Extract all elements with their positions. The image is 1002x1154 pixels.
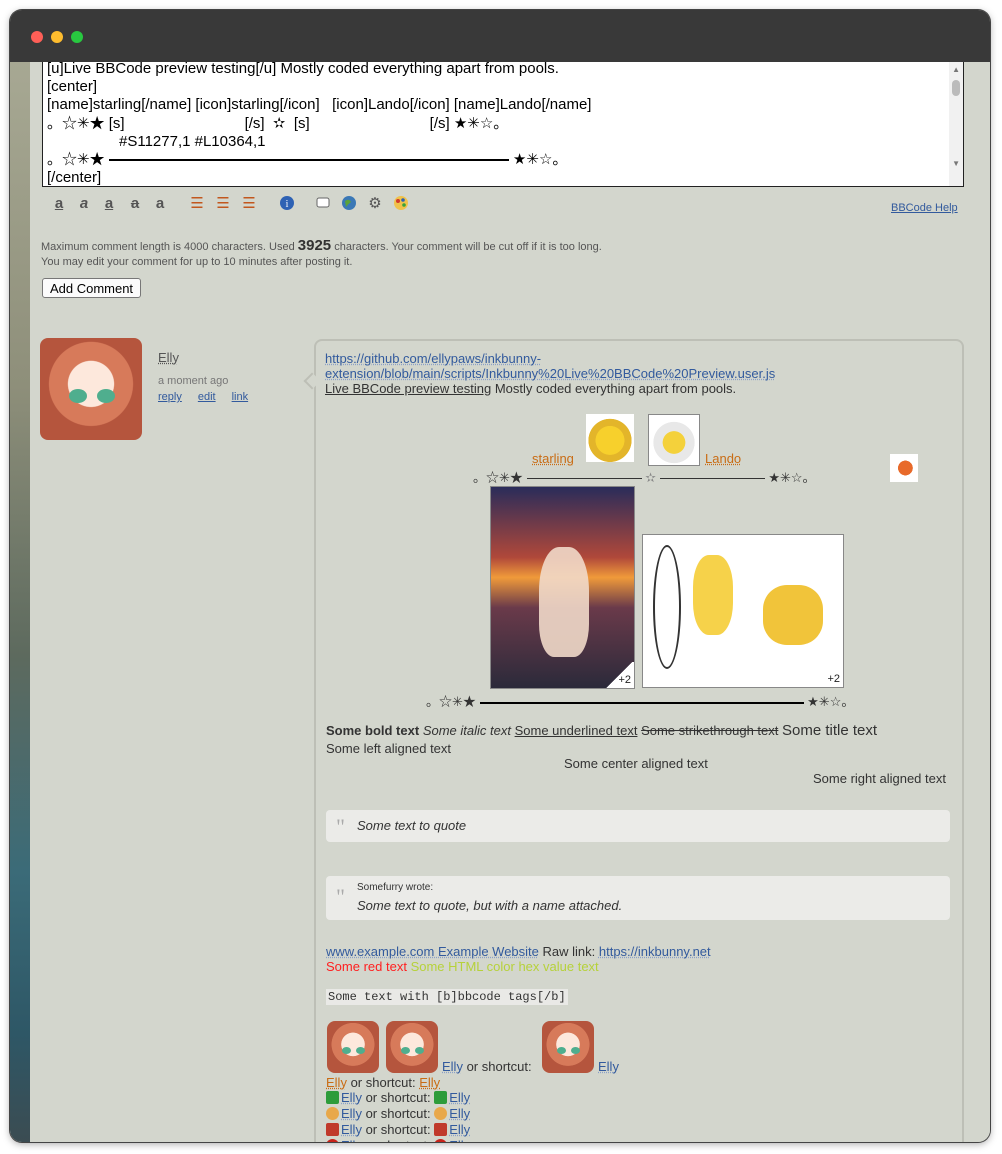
minimize-window-button[interactable] [51,31,63,43]
avatar[interactable] [386,1021,438,1073]
user-name-lando[interactable]: Lando [705,451,741,466]
site-shortcut-line: Elly or shortcut: Elly [326,1090,470,1105]
colored-text-line: Some red text Some HTML color hex value … [326,959,599,974]
site-shortcut-line: Elly or shortcut: Elly [326,1138,470,1142]
divider-row: 。☆✳★ ★✳☆。 [426,694,855,709]
globe-icon[interactable] [340,195,358,213]
preview-title-line: Live BBCode preview testing Mostly coded… [325,381,737,396]
user-icon-lando[interactable] [648,414,700,466]
svg-text:i: i [286,199,289,210]
italic-icon[interactable]: a [75,195,93,213]
add-comment-button[interactable]: Add Comment [42,278,141,298]
formatting-line: Some bold text Some italic text Some und… [326,722,878,739]
avatar[interactable] [40,338,142,440]
name-shortcut-line: Elly or shortcut: Elly [326,1075,441,1090]
bold-icon[interactable]: a [50,195,68,213]
reply-link[interactable]: reply [158,391,182,403]
comment-textarea[interactable]: [u]Live BBCode preview testing[/u] Mostl… [42,62,964,187]
divider-row: 。☆✳★ ✫ ★✳☆。 [473,470,816,485]
more-count: +2 [618,674,631,686]
submission-thumbnail[interactable]: +2 [642,534,844,688]
furaffinity-icon [326,1091,339,1104]
palette-icon[interactable] [392,195,410,213]
info-icon[interactable]: i [278,195,296,213]
align-left-icon[interactable]: ☰ [188,195,206,213]
submission-thumbnail[interactable]: +2 [490,486,635,689]
quote-text: Some text to quote, but with a name atta… [357,898,623,913]
editor-line: 。☆✳★ [s] [/s] ✫ [s] [/s] ★✳☆。 [47,115,509,132]
more-count: +2 [827,673,840,685]
weasyl-icon [434,1123,448,1136]
user-name-starling[interactable]: starling [532,451,574,466]
code-text: Some text with [b]bbcode tags[/b] [326,989,568,1005]
underline-icon[interactable]: a [100,195,118,213]
weasyl-icon [326,1123,339,1136]
editor-line: #S11277,1 #L10364,1 [119,133,266,150]
furaffinity-icon [434,1091,448,1104]
browser-window: [u]Live BBCode preview testing[/u] Mostl… [10,10,990,1142]
editor-line: [u]Live BBCode preview testing[/u] Mostl… [47,62,559,77]
comment-author[interactable]: Elly [158,350,179,365]
scroll-up-icon[interactable]: ▲ [952,65,960,74]
edit-link[interactable]: edit [198,391,216,403]
github-link[interactable]: https://github.com/ellypaws/inkbunny-ext… [325,351,775,381]
close-window-button[interactable] [31,31,43,43]
sofurry-icon [434,1107,448,1120]
quote-text: Some text to quote [357,818,467,833]
strikethrough-icon[interactable]: a [126,195,144,213]
edit-note: You may edit your comment for up to 10 m… [41,256,353,268]
quote-block: " Some text to quote [326,810,950,842]
comment-actions: reply edit link [158,391,264,403]
title-bar [10,10,990,62]
bbcode-help-link[interactable]: BBCode Help [891,202,958,214]
title-icon[interactable]: a [151,195,169,213]
align-center-icon[interactable]: ☰ [214,195,232,213]
left-aligned-text: Some left aligned text [326,741,452,756]
textarea-scrollbar[interactable]: ▲ ▼ [949,62,963,186]
permalink[interactable]: link [232,391,249,403]
site-shortcut-line: Elly or shortcut: Elly [326,1122,470,1137]
scroll-thumb[interactable] [952,80,960,96]
right-aligned-text: Some right aligned text [813,771,946,786]
raw-link[interactable]: https://inkbunny.net [599,944,711,959]
user-icon-starling[interactable] [586,414,634,462]
decorative-sprite [890,454,918,482]
user-link[interactable]: Elly [598,1059,619,1074]
example-link[interactable]: www.example.com Example Website [326,944,539,959]
quote-icon[interactable] [314,195,332,213]
align-right-icon[interactable]: ☰ [240,195,258,213]
deviantart-icon [326,1139,339,1142]
gear-icon[interactable]: ⚙ [366,195,384,213]
page-content: [u]Live BBCode preview testing[/u] Mostl… [10,62,990,1142]
avatar[interactable] [327,1021,379,1073]
editor-line: 。☆✳★ ★✳☆。 [47,151,568,168]
site-shortcut-line: Elly or shortcut: Elly [326,1106,470,1121]
deviantart-icon [434,1139,448,1142]
icon-shortcut-line: Elly or shortcut: [442,1059,532,1074]
quote-author: Somefurry wrote: [357,882,434,893]
length-note: Maximum comment length is 4000 character… [41,237,602,254]
user-link[interactable]: Elly [442,1059,463,1074]
quote-block: " Somefurry wrote: Some text to quote, b… [326,876,950,920]
editor-line: [/center] [47,169,102,186]
editor-line: [center] [47,78,98,95]
scroll-down-icon[interactable]: ▼ [952,159,960,168]
editor-line: [name]starling[/name] [icon]starling[/ic… [47,96,592,113]
sofurry-icon [326,1107,339,1120]
background-artwork [10,62,30,1142]
links-line: www.example.com Example Website Raw link… [326,944,711,959]
maximize-window-button[interactable] [71,31,83,43]
avatar[interactable] [542,1021,594,1073]
comment-time: a moment ago [158,375,229,387]
center-aligned-text: Some center aligned text [564,756,708,771]
